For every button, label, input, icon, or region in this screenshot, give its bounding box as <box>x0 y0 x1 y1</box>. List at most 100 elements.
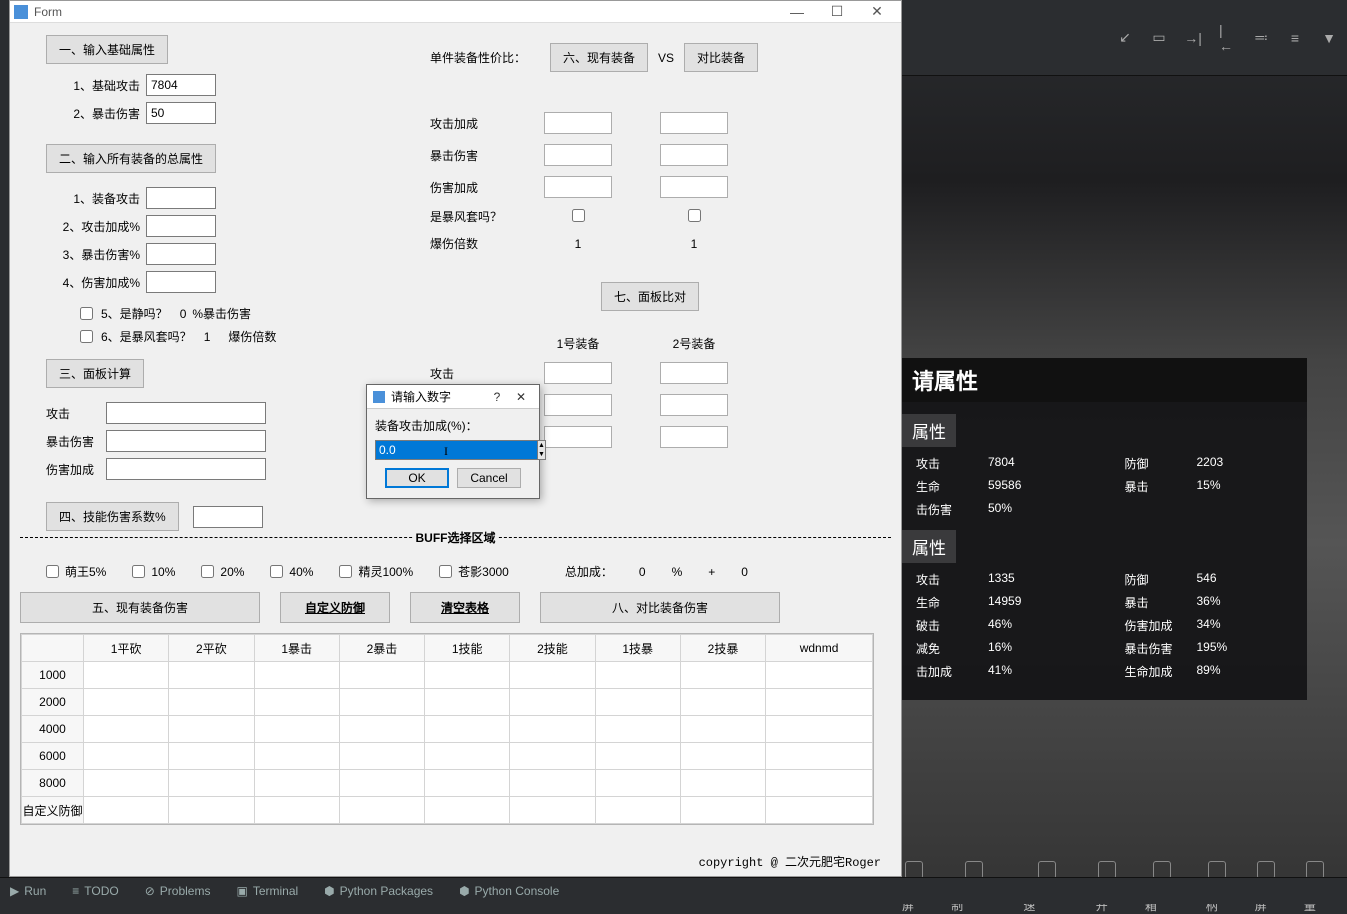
panel-crit-label: 暴击伤害 <box>46 433 106 450</box>
dialog-label: 装备攻击加成(%)： <box>375 417 531 434</box>
section1-button[interactable]: 一、输入基础属性 <box>46 35 168 64</box>
p7-atk-2[interactable] <box>660 362 728 384</box>
section2-button[interactable]: 二、输入所有装备的总属性 <box>46 144 216 173</box>
dialog-title: 请输入数字 <box>391 388 485 405</box>
btn-custom-def[interactable]: 自定义防御 <box>280 592 390 623</box>
crit-dmg-label: 2、暴击伤害 <box>46 105 140 122</box>
spin-up-icon[interactable]: ▲ <box>538 441 545 450</box>
p7-atk-1[interactable] <box>544 362 612 384</box>
dialog-spinbox[interactable]: ▲ ▼ <box>375 440 531 460</box>
dialog-titlebar[interactable]: 请输入数字 ? ✕ <box>367 385 539 409</box>
dialog-icon <box>373 391 385 403</box>
cmp-atk-1[interactable] <box>544 112 612 134</box>
toolbar-icon[interactable]: ▭ <box>1151 30 1167 46</box>
buff-40[interactable]: 40% <box>270 565 313 579</box>
ide-bottom-toolbar: ▶ Run ≡ TODO ⊘ Problems ▣ Terminal ⬢ Pyt… <box>0 877 1347 904</box>
is-static-check[interactable] <box>80 307 93 320</box>
section3-button[interactable]: 三、面板计算 <box>46 359 144 388</box>
buff-title: BUFF选择区域 <box>414 531 498 545</box>
panel-dmg-label: 伤害加成 <box>46 461 106 478</box>
panel-crit-input[interactable] <box>106 430 266 452</box>
dialog-input[interactable] <box>375 440 538 460</box>
buff-elf[interactable]: 精灵100% <box>339 563 413 580</box>
minimize-button[interactable]: — <box>777 1 817 23</box>
ide-pypkg[interactable]: ⬢ Python Packages <box>324 884 433 898</box>
section7-button[interactable]: 七、面板比对 <box>601 282 699 311</box>
static-suffix: %暴击伤害 <box>192 305 251 322</box>
eq-atk-label: 1、装备攻击 <box>46 190 140 207</box>
p7-r3-2[interactable] <box>660 426 728 448</box>
cmp-mult-2: 1 <box>660 237 728 251</box>
ide-run[interactable]: ▶ Run <box>10 884 46 898</box>
ide-terminal[interactable]: ▣ Terminal <box>236 884 298 898</box>
cmp-dmg-2[interactable] <box>660 176 728 198</box>
btn5-current-dmg[interactable]: 五、现有装备伤害 <box>20 592 260 623</box>
input-dialog: 请输入数字 ? ✕ 装备攻击加成(%)： ▲ ▼ OK Cancel <box>366 384 540 499</box>
spin-down-icon[interactable]: ▼ <box>538 450 545 459</box>
stats-sub1: 属性 <box>902 414 956 447</box>
cmp-storm-label: 是暴风套吗？ <box>430 208 520 225</box>
compare-equip-button[interactable]: 对比装备 <box>684 43 758 72</box>
ide-toolbar: ↙ ▭ →| |← ≕ ≡ ▼ <box>902 0 1347 76</box>
ide-pycon[interactable]: ⬢ Python Console <box>459 884 559 898</box>
btn-clear[interactable]: 清空表格 <box>410 592 520 623</box>
equip-cmp-title: 单件装备性价比： <box>430 49 530 66</box>
text-cursor-icon: I <box>444 444 446 458</box>
crit-dmg-input[interactable] <box>146 102 216 124</box>
buff-cangying[interactable]: 苍影3000 <box>439 563 509 580</box>
toolbar-icon[interactable]: |← <box>1219 30 1235 46</box>
cmp-crit-2[interactable] <box>660 144 728 166</box>
dialog-ok-button[interactable]: OK <box>385 468 449 488</box>
cmp-mult-1: 1 <box>544 237 612 251</box>
is-static-label: 5、是静吗？ <box>101 305 168 322</box>
p7-r3-1[interactable] <box>544 426 612 448</box>
close-button[interactable]: ✕ <box>857 1 897 23</box>
equip1-header: 1号装备 <box>544 335 612 352</box>
copyright: copyright @ 二次元肥宅Roger <box>699 853 881 870</box>
p7-r2-2[interactable] <box>660 394 728 416</box>
cmp-mult-label: 爆伤倍数 <box>430 235 520 252</box>
dialog-cancel-button[interactable]: Cancel <box>457 468 521 488</box>
buff-10[interactable]: 10% <box>132 565 175 579</box>
maximize-button[interactable]: ☐ <box>817 1 857 23</box>
toolbar-icon[interactable]: ≡ <box>1287 30 1303 46</box>
panel-atk-input[interactable] <box>106 402 266 424</box>
vs-label: VS <box>658 51 674 65</box>
window-titlebar[interactable]: Form — ☐ ✕ <box>10 1 901 23</box>
cmp-storm-chk1[interactable] <box>572 209 585 222</box>
base-attack-label: 1、基础攻击 <box>46 77 140 94</box>
stats-sub2: 属性 <box>902 530 956 563</box>
buff-20[interactable]: 20% <box>201 565 244 579</box>
ide-todo[interactable]: ≡ TODO <box>72 884 118 898</box>
buff-sum-v1: 0 <box>639 565 646 579</box>
current-equip-button[interactable]: 六、现有装备 <box>550 43 648 72</box>
eq-atk-input[interactable] <box>146 187 216 209</box>
filter-icon[interactable]: ▼ <box>1321 30 1337 46</box>
p7-r2-1[interactable] <box>544 394 612 416</box>
game-stats-panel: 请属性 属性 攻击7804 防御2203 生命59586 暴击15% 击伤害50… <box>902 358 1307 700</box>
panel-dmg-input[interactable] <box>106 458 266 480</box>
crit-pct-label: 3、暴击伤害% <box>46 246 140 263</box>
result-grid[interactable]: 1平砍2平砍1暴击 2暴击1技能2技能 1技暴2技暴wdnmd 1000 200… <box>20 633 874 825</box>
cmp-storm-chk2[interactable] <box>688 209 701 222</box>
dmg-pct-input[interactable] <box>146 271 216 293</box>
stats-header: 请属性 <box>902 358 1307 402</box>
cmp-dmg-1[interactable] <box>544 176 612 198</box>
app-icon <box>14 5 28 19</box>
cmp-crit-1[interactable] <box>544 144 612 166</box>
skill-coef-input[interactable] <box>193 506 263 528</box>
base-attack-input[interactable] <box>146 74 216 96</box>
toolbar-icon[interactable]: →| <box>1185 30 1201 46</box>
section4-button[interactable]: 四、技能伤害系数% <box>46 502 179 531</box>
toolbar-icon[interactable]: ↙ <box>1117 30 1133 46</box>
is-storm-check[interactable] <box>80 330 93 343</box>
btn8-compare-dmg[interactable]: 八、对比装备伤害 <box>540 592 780 623</box>
cmp-atk-2[interactable] <box>660 112 728 134</box>
dialog-close-button[interactable]: ✕ <box>509 390 533 404</box>
crit-pct-input[interactable] <box>146 243 216 265</box>
toolbar-icon[interactable]: ≕ <box>1253 30 1269 46</box>
ide-problems[interactable]: ⊘ Problems <box>145 884 211 898</box>
buff-mengwang[interactable]: 萌王5% <box>46 563 106 580</box>
atk-bonus-input[interactable] <box>146 215 216 237</box>
dialog-help-button[interactable]: ? <box>485 390 509 404</box>
